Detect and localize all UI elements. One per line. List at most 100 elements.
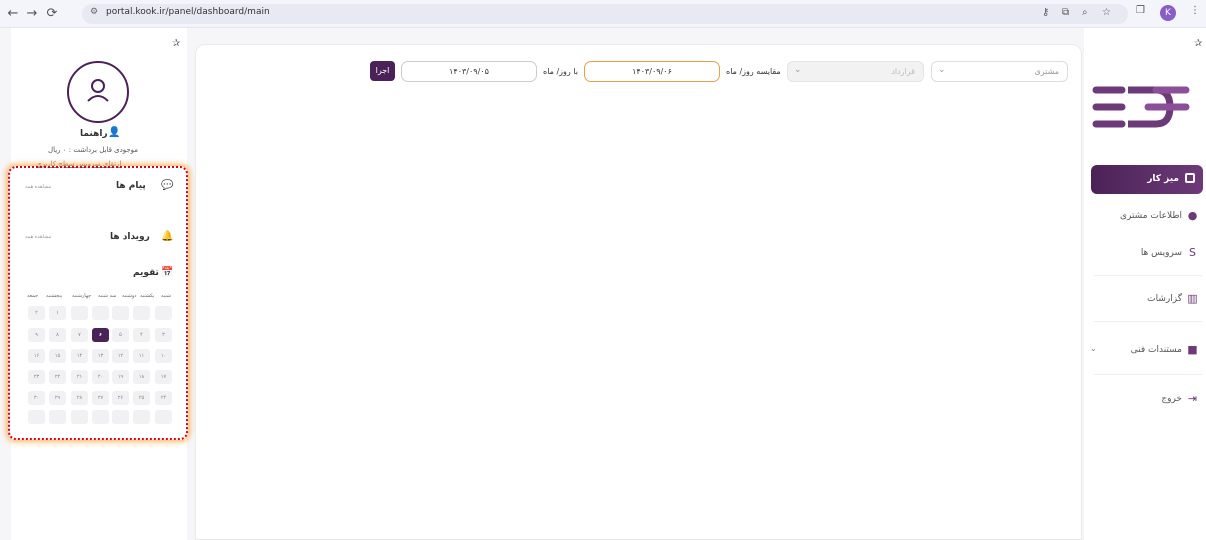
- address-bar[interactable]: ⚙ portal.kook.ir/panel/dashboard/main ⚷ …: [82, 4, 1128, 24]
- pin-icon[interactable]: ✰: [172, 38, 180, 49]
- profile-avatar-circle: [67, 61, 129, 123]
- events-see-all[interactable]: مشاهده همه: [25, 234, 51, 240]
- weekday-label: دوشنبه: [122, 293, 137, 299]
- calendar-day: [112, 410, 129, 424]
- contract-select[interactable]: قرارداد ⌄: [787, 61, 924, 82]
- calendar-day[interactable]: ۱۴: [71, 349, 88, 363]
- user-edit-icon: 👤: [108, 127, 121, 138]
- calendar-day[interactable]: ۲۰: [92, 370, 109, 384]
- sidebar-item-label: گزارشات: [1147, 294, 1182, 304]
- weekday-label: چهارشنبه: [72, 293, 92, 299]
- calendar-day[interactable]: ۱۱: [133, 349, 150, 363]
- inbox-icon: [1185, 173, 1195, 183]
- calendar-day: [92, 410, 109, 424]
- weekday-label: یکشنبه: [140, 293, 155, 299]
- bookmark-star-icon[interactable]: ☆: [1102, 7, 1111, 18]
- customer-select[interactable]: مشتری ⌄: [931, 61, 1068, 82]
- calendar-day[interactable]: ۲۲: [49, 370, 66, 384]
- calendar-day: [92, 306, 109, 320]
- profile-avatar[interactable]: K: [1160, 5, 1176, 21]
- calendar-day[interactable]: ۲۵: [133, 391, 150, 405]
- calendar-day[interactable]: ۲۴: [155, 391, 172, 405]
- compare-date-input[interactable]: ۱۴۰۳/۰۹/۰۶: [584, 61, 720, 82]
- contract-select-value: قرارداد: [891, 67, 915, 76]
- calendar-day: [28, 410, 45, 424]
- chevron-down-icon: ⌄: [794, 65, 802, 75]
- calendar-day[interactable]: ۲: [28, 306, 45, 320]
- user-icon: [87, 79, 109, 102]
- calendar-day[interactable]: ۲۷: [92, 391, 109, 405]
- message-icon: 💬: [161, 180, 174, 191]
- calendar-day[interactable]: ۱۵: [49, 349, 66, 363]
- user-name: راهنما: [80, 129, 108, 139]
- calendar-day[interactable]: ۶: [92, 328, 109, 342]
- calendar-day[interactable]: ۱۰: [155, 349, 172, 363]
- weekday-label: سه شنبه: [98, 293, 117, 299]
- calendar-day[interactable]: ۱۸: [133, 370, 150, 384]
- key-icon[interactable]: ⚷: [1042, 7, 1049, 18]
- sidebar-item-dashboard[interactable]: میز کار: [1091, 165, 1203, 194]
- bell-icon: 🔔: [161, 231, 174, 242]
- with-label: با روز/ ماه: [543, 67, 578, 76]
- back-icon[interactable]: ←: [4, 5, 22, 23]
- menu-dots-icon[interactable]: ⋮: [1190, 5, 1200, 16]
- sidebar-item-reports[interactable]: گزارشات ▥: [1090, 290, 1200, 310]
- messages-title: پیام ها: [116, 181, 146, 191]
- run-button[interactable]: اجرا: [370, 61, 395, 81]
- zoom-icon[interactable]: ⌕: [1082, 7, 1088, 18]
- sidebar-item-label: خروج: [1161, 394, 1182, 404]
- calendar-day: [133, 410, 150, 424]
- calendar-day[interactable]: ۱۶: [28, 349, 45, 363]
- calendar-day[interactable]: ۵: [112, 328, 129, 342]
- sidebar-item-customer-info[interactable]: اطلاعات مشتری ●: [1090, 207, 1200, 227]
- calendar-day[interactable]: ۲۹: [49, 391, 66, 405]
- calendar-day[interactable]: ۲۱: [71, 370, 88, 384]
- calendar-day: [133, 306, 150, 320]
- calendar-day[interactable]: ۷: [71, 328, 88, 342]
- calendar-day[interactable]: ۸: [49, 328, 66, 342]
- extensions-icon[interactable]: ❒: [1136, 5, 1145, 16]
- calendar-day: [112, 306, 129, 320]
- site-info-icon[interactable]: ⚙: [90, 7, 98, 17]
- chart-icon: ▥: [1187, 292, 1198, 305]
- install-icon[interactable]: ⧉: [1062, 7, 1069, 18]
- calendar-day[interactable]: ۱۷: [155, 370, 172, 384]
- brand-logo: [1092, 86, 1190, 128]
- calendar-day[interactable]: ۲۸: [71, 391, 88, 405]
- book-icon: ■: [1187, 343, 1198, 356]
- balance-text: موجودی قابل برداشت : ۰ ریال: [48, 146, 139, 154]
- calendar-icon: 📅: [161, 267, 174, 278]
- main-panel: [195, 44, 1082, 540]
- sidebar-item-services[interactable]: سرویس ها S: [1090, 244, 1200, 264]
- with-date-input[interactable]: ۱۴۰۳/۰۹/۰۵: [401, 61, 537, 82]
- user-icon: ●: [1187, 209, 1198, 222]
- weekday-label: شنبه: [161, 293, 171, 299]
- calendar-day: [155, 410, 172, 424]
- calendar-day[interactable]: ۱۳: [92, 349, 109, 363]
- calendar-day[interactable]: ۲۳: [28, 370, 45, 384]
- divider: [1094, 321, 1202, 322]
- sidebar-item-label: اطلاعات مشتری: [1119, 211, 1182, 221]
- calendar-day[interactable]: ۲۶: [112, 391, 129, 405]
- calendar-day: [155, 306, 172, 320]
- chevron-down-icon: ⌄: [938, 65, 946, 75]
- weekday-label: پنجشنبه: [46, 293, 63, 299]
- sidebar-item-logout[interactable]: خروج ⇥: [1090, 390, 1200, 410]
- calendar-day[interactable]: ۳۰: [28, 391, 45, 405]
- calendar-day[interactable]: ۳: [155, 328, 172, 342]
- url-text[interactable]: portal.kook.ir/panel/dashboard/main: [106, 7, 270, 17]
- calendar-day: [71, 306, 88, 320]
- messages-see-all[interactable]: مشاهده همه: [25, 184, 51, 190]
- pin-icon[interactable]: ✰: [1194, 38, 1202, 49]
- chevron-down-icon: ⌄: [1090, 344, 1097, 353]
- reload-icon[interactable]: ⟳: [43, 5, 61, 23]
- calendar-day[interactable]: ۱۲: [112, 349, 129, 363]
- calendar-day[interactable]: ۴: [133, 328, 150, 342]
- calendar-day[interactable]: ۱۹: [112, 370, 129, 384]
- calendar-day[interactable]: ۱: [49, 306, 66, 320]
- calendar-day[interactable]: ۹: [28, 328, 45, 342]
- sidebar-item-docs[interactable]: مستندات فنی ■ ⌄: [1090, 341, 1200, 361]
- compare-label: مقایسه روز/ ماه: [726, 67, 781, 76]
- customer-select-value: مشتری: [1034, 67, 1059, 76]
- forward-icon[interactable]: →: [23, 5, 41, 23]
